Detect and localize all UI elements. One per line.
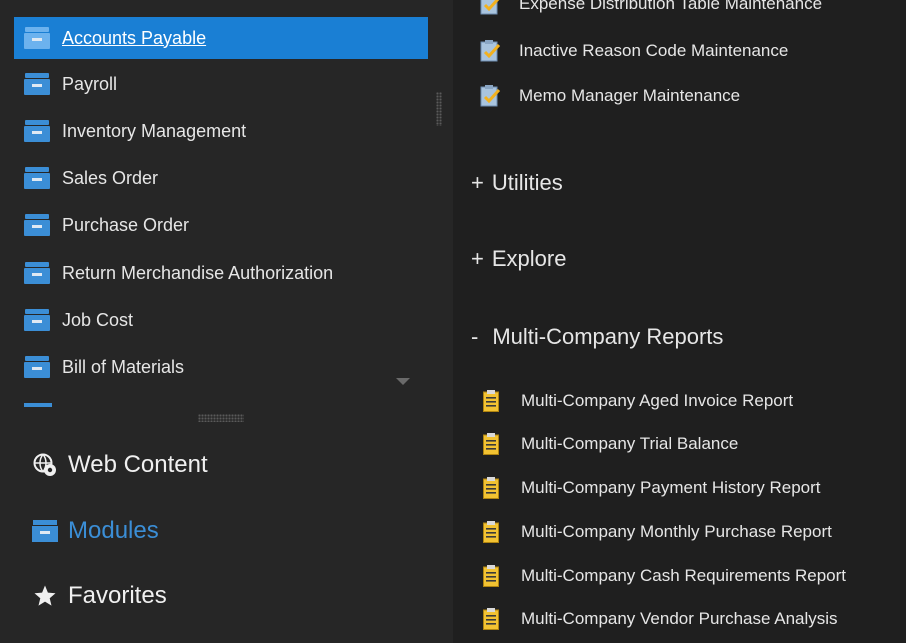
report-item-monthly-purchase[interactable]: Multi-Company Monthly Purchase Report [479, 517, 832, 547]
module-icon [32, 518, 58, 544]
clipboard-check-icon [480, 0, 500, 15]
scroll-down-arrow-icon[interactable] [396, 378, 410, 385]
task-item-label: Memo Manager Maintenance [519, 86, 741, 105]
module-icon [24, 356, 50, 378]
expand-icon: + [471, 170, 484, 195]
report-item-label: Multi-Company Payment History Report [521, 478, 821, 497]
module-item-label: Payroll [62, 73, 118, 94]
module-item-partial [24, 403, 52, 407]
group-header-label: Multi-Company Reports [492, 324, 724, 349]
module-item-return-merchandise-authorization[interactable]: Return Merchandise Authorization [14, 252, 428, 294]
module-item-label: Sales Order [62, 167, 159, 188]
star-icon [32, 583, 58, 609]
report-item-trial-balance[interactable]: Multi-Company Trial Balance [479, 429, 738, 459]
report-icon [483, 608, 499, 630]
group-header-label: Explore [491, 246, 567, 271]
expand-icon: + [471, 246, 484, 271]
report-icon [483, 390, 499, 412]
nav-favorites-button[interactable]: Favorites [14, 565, 428, 627]
module-item-label: Inventory Management [62, 120, 247, 141]
navigation-sections: Web Content Modules Favorites [0, 428, 453, 643]
module-icon [24, 214, 50, 236]
report-icon [483, 565, 499, 587]
module-icon [24, 120, 50, 142]
pane-splitter-grip[interactable] [436, 92, 442, 126]
group-header-explore[interactable]: + Explore [471, 242, 566, 276]
report-item-cash-requirements[interactable]: Multi-Company Cash Requirements Report [479, 561, 846, 591]
section-splitter-grip[interactable] [198, 414, 244, 422]
report-item-vendor-purchase-analysis[interactable]: Multi-Company Vendor Purchase Analysis [479, 604, 838, 634]
report-icon [483, 477, 499, 499]
task-item-memo-manager[interactable]: Memo Manager Maintenance [479, 81, 740, 111]
task-item-label: Inactive Reason Code Maintenance [519, 41, 789, 60]
task-item-label: Expense Distribution Table Maintenance [519, 0, 823, 13]
report-item-label: Multi-Company Vendor Purchase Analysis [521, 609, 838, 628]
navigation-pane: Accounts Payable Payroll Inventory Manag… [0, 0, 453, 643]
module-item-label: Bill of Materials [62, 356, 185, 377]
nav-favorites-label: Favorites [68, 582, 167, 609]
report-item-label: Multi-Company Aged Invoice Report [521, 391, 794, 410]
report-icon [483, 433, 499, 455]
globe-gear-icon [32, 452, 58, 478]
module-list: Accounts Payable Payroll Inventory Manag… [0, 0, 453, 422]
module-item-label: Accounts Payable [62, 27, 207, 48]
module-icon [24, 309, 50, 331]
report-item-payment-history[interactable]: Multi-Company Payment History Report [479, 473, 820, 503]
module-item-label: Return Merchandise Authorization [62, 262, 334, 283]
report-item-label: Multi-Company Cash Requirements Report [521, 566, 847, 585]
task-pane: Expense Distribution Table Maintenance I… [453, 0, 906, 643]
report-item-label: Multi-Company Trial Balance [521, 434, 739, 453]
nav-modules-label: Modules [68, 517, 159, 544]
module-item-label: Purchase Order [62, 214, 190, 235]
module-item-purchase-order[interactable]: Purchase Order [14, 204, 428, 246]
report-item-aged-invoice[interactable]: Multi-Company Aged Invoice Report [479, 386, 793, 416]
task-item-inactive-reason-code[interactable]: Inactive Reason Code Maintenance [479, 36, 788, 66]
module-icon [24, 167, 50, 189]
group-header-utilities[interactable]: + Utilities [471, 166, 563, 200]
module-icon [24, 262, 50, 284]
clipboard-check-icon [480, 85, 501, 107]
nav-web-content-button[interactable]: Web Content [14, 434, 428, 496]
task-item-expense-distribution[interactable]: Expense Distribution Table Maintenance [479, 0, 822, 19]
module-item-accounts-payable[interactable]: Accounts Payable [14, 17, 428, 59]
report-item-label: Multi-Company Monthly Purchase Report [521, 522, 832, 541]
report-icon [483, 521, 499, 543]
module-item-bill-of-materials[interactable]: Bill of Materials [14, 346, 428, 388]
nav-web-content-label: Web Content [68, 451, 208, 478]
module-item-sales-order[interactable]: Sales Order [14, 157, 428, 199]
module-item-job-cost[interactable]: Job Cost [14, 299, 428, 341]
module-item-label: Job Cost [62, 309, 134, 330]
group-header-label: Utilities [491, 170, 563, 195]
module-item-payroll[interactable]: Payroll [14, 63, 428, 105]
module-icon [24, 27, 50, 49]
module-icon [24, 73, 50, 95]
clipboard-check-icon [480, 40, 501, 62]
collapse-icon: - [471, 324, 479, 349]
nav-modules-button[interactable]: Modules [14, 500, 428, 562]
module-item-inventory-management[interactable]: Inventory Management [14, 110, 428, 152]
group-header-multi-company-reports[interactable]: - Multi-Company Reports [471, 320, 723, 354]
